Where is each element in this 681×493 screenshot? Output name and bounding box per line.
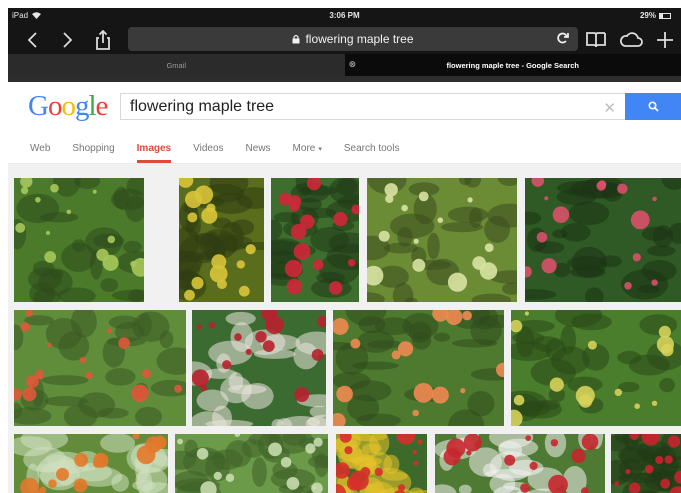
photo	[511, 310, 681, 426]
tab-bar: Gmail ⊗ flowering maple tree - Google Se…	[8, 54, 681, 76]
bookmarks-button[interactable]	[583, 27, 609, 53]
image-result[interactable]	[175, 434, 328, 493]
tab-label: Gmail	[166, 60, 187, 70]
logo-letter: o	[61, 90, 75, 122]
image-result[interactable]	[525, 178, 681, 302]
image-result[interactable]	[271, 178, 359, 302]
image-results	[8, 164, 681, 493]
new-tab-button[interactable]	[652, 27, 678, 53]
photo	[14, 178, 144, 302]
battery-percent: 29%	[639, 11, 656, 20]
tab-label: Images	[136, 143, 172, 154]
image-result[interactable]	[367, 178, 517, 302]
tab-search-tools[interactable]: Search tools	[344, 134, 400, 163]
chevron-right-icon	[63, 32, 73, 48]
forward-button[interactable]	[54, 27, 80, 53]
tab-images[interactable]: Images	[136, 134, 172, 163]
tab-label: Search tools	[343, 143, 400, 154]
tab-label: News	[245, 143, 271, 154]
photo	[14, 434, 168, 493]
tab-google-search[interactable]: ⊗ flowering maple tree - Google Search	[344, 54, 681, 76]
photo	[611, 434, 681, 493]
photo	[14, 310, 186, 426]
photo	[179, 178, 264, 302]
tab-web[interactable]: Web	[30, 134, 50, 163]
photo	[175, 434, 328, 493]
search-input[interactable]: flowering maple tree ✕	[120, 93, 625, 120]
image-result[interactable]	[611, 434, 681, 493]
search-header: Google flowering maple tree ✕	[8, 82, 681, 134]
image-result[interactable]	[435, 434, 605, 493]
tab-gmail[interactable]: Gmail	[8, 54, 345, 76]
logo-letter: G	[28, 90, 49, 122]
tab-label: flowering maple tree - Google Search	[446, 60, 580, 70]
cloud-icon	[620, 32, 643, 47]
image-result[interactable]	[333, 310, 504, 426]
lock-icon	[292, 34, 300, 44]
back-button[interactable]	[20, 27, 46, 53]
share-icon	[96, 30, 110, 50]
tab-label: Web	[30, 143, 51, 154]
icloud-tabs-button[interactable]	[618, 27, 644, 53]
caret-down-icon: ▾	[318, 146, 322, 153]
logo-letter: l	[88, 90, 96, 122]
logo-letter: o	[47, 90, 62, 122]
address-bar[interactable]: flowering maple tree	[128, 27, 578, 51]
image-result[interactable]	[14, 434, 168, 493]
status-time: 3:06 PM	[329, 11, 360, 20]
browser-chrome: iPad 3:06 PM 29% flowering maple tree Gm…	[8, 8, 681, 82]
search-nav: Web Shopping Images Videos News More ▾ Search t…	[8, 134, 681, 164]
status-bar: iPad 3:06 PM 29%	[8, 8, 681, 24]
chevron-left-icon	[27, 32, 37, 48]
image-result[interactable]	[179, 178, 264, 302]
logo-letter: g	[74, 90, 89, 122]
logo-letter: e	[95, 90, 109, 122]
search-query: flowering maple tree	[130, 97, 275, 115]
photo	[192, 310, 326, 426]
search-button[interactable]	[625, 93, 681, 120]
photo	[435, 434, 605, 493]
clear-icon[interactable]: ✕	[603, 99, 616, 117]
tab-label: Videos	[193, 143, 224, 154]
close-tab-icon[interactable]: ⊗	[349, 59, 357, 70]
image-result[interactable]	[14, 310, 186, 426]
image-result[interactable]	[14, 178, 144, 302]
image-result[interactable]	[192, 310, 326, 426]
tab-shopping[interactable]: Shopping	[72, 134, 114, 163]
tab-news[interactable]: News	[246, 134, 271, 163]
photo	[525, 178, 681, 302]
battery-level	[660, 13, 663, 18]
reload-icon[interactable]	[556, 31, 570, 45]
image-result[interactable]	[336, 434, 427, 493]
tab-videos[interactable]: Videos	[193, 134, 223, 163]
tab-more[interactable]: More ▾	[293, 134, 322, 163]
url-text: flowering maple tree	[305, 32, 414, 46]
photo	[367, 178, 517, 302]
tab-label: More	[292, 143, 316, 154]
photo	[336, 434, 427, 493]
tab-label: Shopping	[72, 143, 115, 154]
google-logo[interactable]: Google	[28, 90, 109, 123]
plus-icon	[657, 32, 673, 48]
search-icon	[647, 101, 659, 112]
photo	[333, 310, 504, 426]
image-result[interactable]	[511, 310, 681, 426]
share-button[interactable]	[90, 27, 116, 53]
photo	[271, 178, 359, 302]
book-icon	[586, 32, 606, 48]
battery-icon	[659, 12, 671, 19]
